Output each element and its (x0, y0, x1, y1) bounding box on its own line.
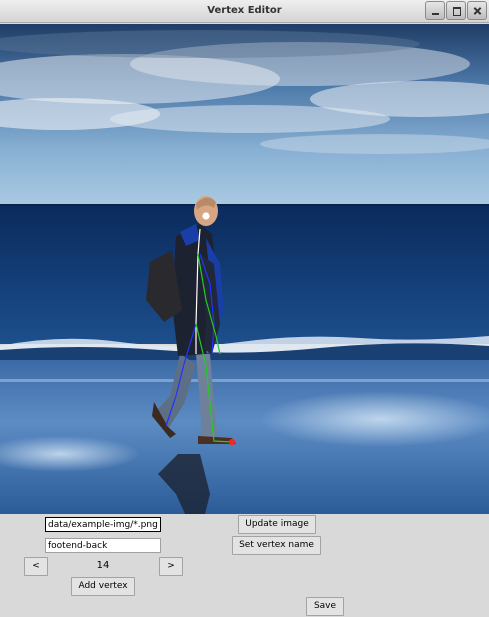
close-icon[interactable] (467, 1, 487, 20)
vertex-name-input[interactable] (45, 538, 161, 553)
vertex-index-label: 14 (96, 560, 110, 571)
image-canvas[interactable] (0, 24, 489, 514)
previous-vertex-button[interactable]: < (24, 557, 48, 576)
window-title: Vertex Editor (207, 5, 282, 16)
save-button[interactable]: Save (306, 597, 344, 616)
add-vertex-button[interactable]: Add vertex (71, 577, 135, 596)
next-vertex-button[interactable]: > (159, 557, 183, 576)
control-panel: < 14 > Add vertex Update image Set verte… (0, 514, 489, 617)
minimize-icon[interactable] (425, 1, 445, 20)
image-glob-input[interactable] (45, 517, 161, 532)
window-controls (425, 1, 487, 20)
maximize-icon[interactable] (446, 1, 466, 20)
set-vertex-name-button[interactable]: Set vertex name (232, 536, 321, 555)
title-bar[interactable]: Vertex Editor (0, 0, 489, 23)
selected-vertex-marker (228, 438, 236, 446)
beach-photo[interactable] (0, 24, 489, 514)
update-image-button[interactable]: Update image (238, 515, 316, 534)
